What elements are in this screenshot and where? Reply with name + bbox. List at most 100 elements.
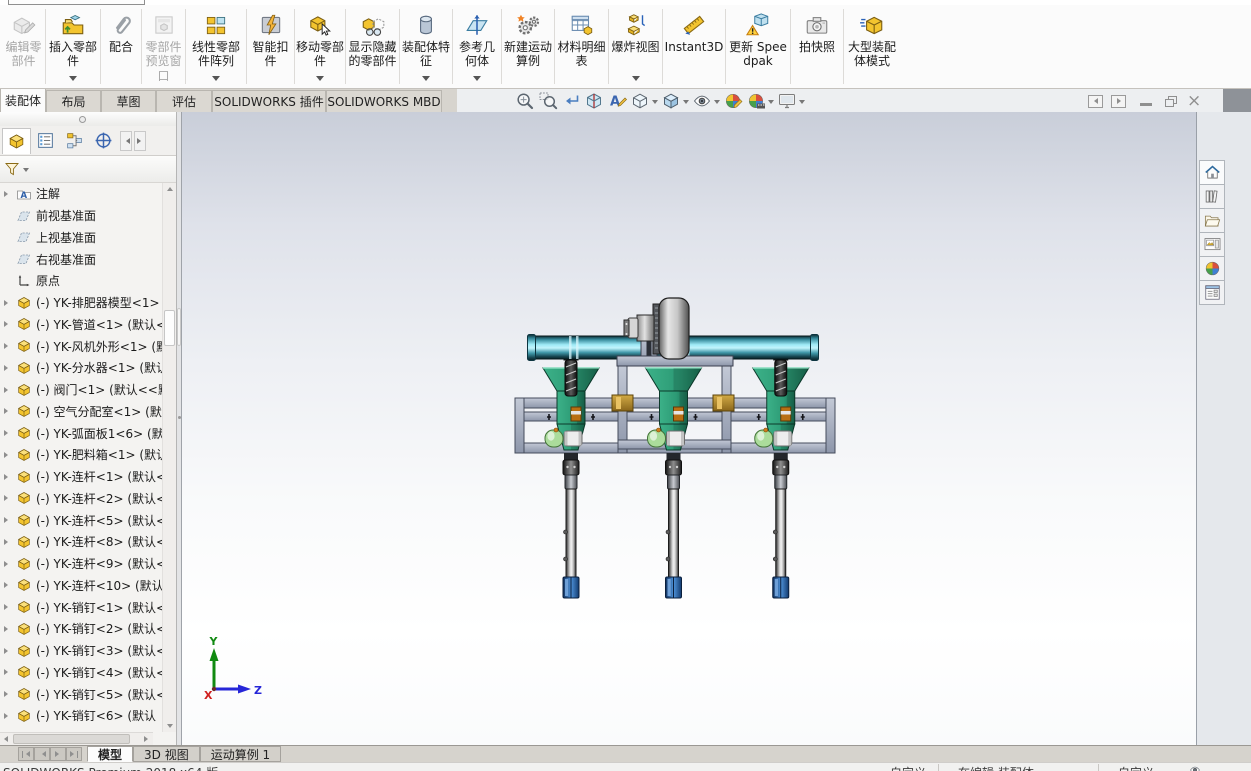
tree-component-row[interactable]: (-) YK-销钉<2> (默认< [0, 618, 162, 640]
close-button[interactable]: × [1187, 91, 1201, 111]
expander-icon[interactable] [0, 314, 11, 336]
dropdown-caret-icon[interactable] [316, 76, 324, 85]
ribbon-button-reference-geometry[interactable]: 参考几何体 [453, 5, 501, 88]
command-tab-3[interactable]: 评估 [156, 90, 212, 113]
expander-icon[interactable] [0, 357, 11, 379]
previous-frame-button[interactable] [34, 747, 50, 761]
command-tab-4[interactable]: SOLIDWORKS 插件 [212, 90, 326, 113]
ribbon-button-snapshot[interactable]: 拍快照 [791, 5, 843, 88]
tree-component-row[interactable]: (-) YK-风机外形<1> (默 [0, 335, 162, 357]
tree-component-row[interactable]: (-) YK-连杆<10> (默认 [0, 575, 162, 597]
view-orientation-button[interactable] [630, 90, 658, 112]
dropdown-caret-icon[interactable] [683, 100, 689, 107]
dropdown-caret-icon[interactable] [473, 76, 481, 85]
graphics-viewport[interactable]: X Y Z [182, 112, 1196, 745]
expander-icon[interactable] [0, 488, 11, 510]
panel-grip[interactable] [0, 112, 176, 126]
scrollbar-thumb[interactable] [13, 734, 130, 744]
tree-component-row[interactable]: (-) YK-销钉<4> (默认< [0, 662, 162, 684]
ribbon-button-mate[interactable]: 配合 [101, 5, 141, 88]
tree-component-row[interactable]: (-) YK-分水器<1> (默认 [0, 357, 162, 379]
study-tab-2[interactable]: 运动算例 1 [199, 746, 282, 762]
section-view-button[interactable] [584, 90, 604, 112]
tree-component-row[interactable]: (-) YK-连杆<1> (默认< [0, 466, 162, 488]
expander-icon[interactable] [0, 292, 11, 314]
tree-component-row[interactable]: (-) YK-管道<1> (默认< [0, 314, 162, 336]
dropdown-caret-icon[interactable] [422, 76, 430, 85]
tree-component-row[interactable]: (-) YK-销钉<3> (默认< [0, 640, 162, 662]
tree-component-row[interactable]: (-) YK-销钉<1> (默认< [0, 596, 162, 618]
expander-icon[interactable] [0, 596, 11, 618]
expander-icon[interactable] [0, 575, 11, 597]
dimxpert-tab[interactable] [89, 128, 118, 154]
view-palette-tab[interactable] [1199, 232, 1225, 257]
zoom-area-button[interactable] [538, 90, 558, 112]
expander-icon[interactable] [0, 662, 11, 684]
dropdown-caret-icon[interactable] [652, 100, 658, 107]
ribbon-button-linear-pattern[interactable]: 线性零部件阵列 [186, 5, 246, 88]
tree-component-row[interactable]: (-) YK-连杆<5> (默认< [0, 509, 162, 531]
filter-dropdown-caret[interactable] [23, 168, 29, 175]
annotation-visibility-button[interactable] [607, 90, 627, 112]
scroll-down-arrow[interactable] [163, 720, 176, 732]
tree-vertical-scrollbar[interactable] [162, 183, 176, 732]
expander-icon[interactable] [0, 509, 11, 531]
expander-icon[interactable] [0, 618, 11, 640]
custom-properties-tab[interactable] [1199, 280, 1225, 305]
home-tab[interactable] [1199, 160, 1225, 185]
tree-item[interactable]: 原点 [0, 270, 162, 292]
status-custom-label[interactable]: 自定义 [1118, 764, 1154, 771]
tree-component-row[interactable]: (-) YK-销钉<6> (默认 [0, 705, 162, 727]
tree-component-row[interactable]: (-) YK-连杆<2> (默认< [0, 488, 162, 510]
ribbon-button-smart-fasteners[interactable]: 智能扣件 [247, 5, 294, 88]
scroll-right-arrow[interactable] [140, 733, 152, 745]
expander-icon[interactable] [0, 640, 11, 662]
tree-component-row[interactable]: (-) YK-弧面板1<6> (默 [0, 422, 162, 444]
expander-icon[interactable] [0, 531, 11, 553]
first-frame-button[interactable] [18, 747, 34, 761]
ribbon-button-large-assembly[interactable]: 大型装配体模式 [844, 5, 900, 88]
expander-icon[interactable] [0, 683, 11, 705]
command-tab-1[interactable]: 布局 [46, 90, 101, 113]
configurationmanager-tab[interactable] [60, 128, 89, 154]
ribbon-button-insert-component[interactable]: 插入零部件 [46, 5, 100, 88]
edit-appearance-button[interactable] [723, 90, 743, 112]
scroll-up-arrow[interactable] [163, 183, 176, 195]
dropdown-caret-icon[interactable] [69, 76, 77, 85]
propertymanager-tab[interactable] [31, 128, 60, 154]
display-style-button[interactable] [661, 90, 689, 112]
tree-filter-bar[interactable] [0, 156, 176, 183]
dropdown-caret-icon[interactable] [799, 100, 805, 107]
command-tab-2[interactable]: 草图 [101, 90, 156, 113]
collapse-pane-left-button[interactable] [1088, 94, 1103, 108]
expander-icon[interactable] [0, 553, 11, 575]
command-tab-0[interactable]: 装配体 [0, 89, 46, 113]
study-tab-1[interactable]: 3D 视图 [133, 746, 200, 762]
ribbon-button-instant3d[interactable]: Instant3D [663, 5, 725, 88]
expander-icon[interactable] [0, 705, 11, 727]
expander-icon[interactable] [0, 183, 11, 205]
tree-component-row[interactable]: (-) YK-连杆<9> (默认< [0, 553, 162, 575]
scroll-left-arrow[interactable] [0, 733, 12, 745]
collapse-pane-right-button[interactable] [1111, 94, 1126, 108]
expander-icon[interactable] [0, 401, 11, 423]
minimize-button[interactable] [1140, 102, 1152, 106]
expander-icon[interactable] [0, 444, 11, 466]
status-eye-icon[interactable] [1188, 764, 1202, 771]
ribbon-button-bom[interactable]: 材料明细表 [555, 5, 608, 88]
featuremanager-tab[interactable] [2, 127, 31, 154]
study-tab-0[interactable]: 模型 [87, 746, 134, 762]
tree-item[interactable]: 注解 [0, 183, 162, 205]
tree-component-row[interactable]: (-) 阀门<1> (默认<<默 [0, 379, 162, 401]
tree-component-row[interactable]: (-) YK-连杆<8> (默认< [0, 531, 162, 553]
tree-component-row[interactable]: (-) YK-销钉<5> (默认< [0, 683, 162, 705]
file-explorer-tab[interactable] [1199, 208, 1225, 233]
expander-icon[interactable] [0, 335, 11, 357]
assembly-model-canvas[interactable]: X Y Z [182, 112, 1196, 745]
ribbon-button-move-component[interactable]: 移动零部件 [295, 5, 345, 88]
tree-item[interactable]: 前视基准面 [0, 205, 162, 227]
ribbon-button-motion-study[interactable]: 新建运动算例 [502, 5, 554, 88]
last-frame-button[interactable] [66, 747, 82, 761]
tree-component-row[interactable]: (-) 空气分配室<1> (默认 [0, 401, 162, 423]
tree-component-row[interactable]: (-) YK-排肥器模型<1> [0, 292, 162, 314]
